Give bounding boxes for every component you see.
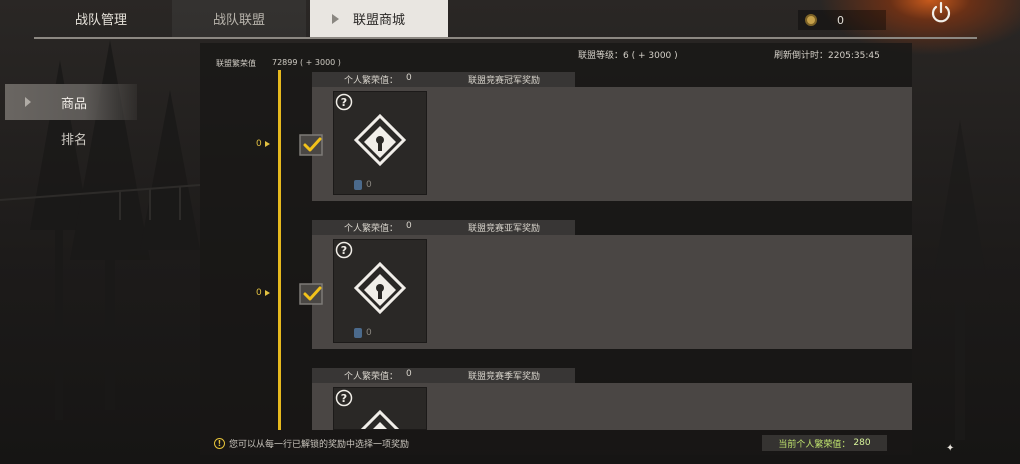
warning-icon: ! (214, 438, 225, 449)
sparkle-icon: ✦ (946, 443, 955, 454)
current-prosperity: 当前个人繁荣值： 280 (762, 435, 887, 451)
side-item-label: 商品 (61, 96, 88, 112)
lock-icon (353, 113, 407, 167)
side-item-ranking[interactable]: 排名 (5, 120, 197, 156)
coin-icon (805, 14, 817, 26)
footer-tip-text: 您可以从每一行已解锁的奖励中选择一项奖励 (229, 440, 410, 450)
reward-card[interactable]: ? 0 (333, 91, 427, 195)
lock-icon (360, 409, 400, 429)
currency-display: 0 (798, 10, 886, 30)
alliance-level: 联盟等级：6 ( + 3000 ) (578, 51, 678, 61)
svg-text:?: ? (341, 392, 347, 405)
item-count: 0 (354, 328, 372, 338)
tab-team-management[interactable]: 战队管理 (34, 0, 168, 37)
tab-arrow-icon (332, 14, 339, 24)
gem-icon (354, 328, 362, 338)
currency-value: 0 (837, 13, 844, 27)
gem-icon (354, 180, 362, 190)
lock-icon (353, 261, 407, 315)
row-header: 个人繁荣值： 0 联盟竞赛亚军奖励 (312, 220, 575, 235)
personal-prosperity-label: 个人繁荣值： (344, 76, 399, 86)
reward-title: 联盟竞赛冠军奖励 (468, 76, 541, 86)
tab-team-alliance[interactable]: 战队联盟 (172, 0, 306, 37)
reward-card[interactable]: ? 0 (333, 239, 427, 343)
svg-text:?: ? (341, 244, 347, 257)
reward-title: 联盟竞赛亚军奖励 (468, 224, 541, 234)
row-number: 0 (256, 288, 270, 298)
svg-text:?: ? (341, 96, 347, 109)
personal-prosperity-value: 0 (406, 369, 412, 379)
checkbox-checked[interactable] (298, 131, 326, 157)
personal-prosperity-label: 个人繁荣值： (344, 372, 399, 382)
tab-divider (34, 37, 977, 39)
arrow-right-icon (264, 141, 270, 147)
personal-prosperity-label: 个人繁荣值： (344, 224, 399, 234)
reward-card[interactable]: ? (333, 387, 427, 430)
checkbox-checked[interactable] (298, 280, 326, 306)
item-count: 0 (354, 180, 372, 190)
help-icon[interactable]: ? (335, 241, 353, 259)
side-item-label: 排名 (61, 132, 88, 148)
current-prosperity-label: 当前个人繁荣值： (778, 439, 851, 450)
alliance-prosperity-label: 联盟繁荣值 (216, 59, 256, 68)
tab-alliance-shop[interactable]: 联盟商城 (310, 0, 448, 37)
reward-title: 联盟竞赛季军奖励 (468, 372, 541, 382)
row-header: 个人繁荣值： 0 联盟竞赛季军奖励 (312, 368, 575, 383)
row-number: 0 (256, 139, 270, 149)
personal-prosperity-value: 0 (406, 73, 412, 83)
arrow-icon (25, 97, 31, 107)
personal-prosperity-value: 0 (406, 221, 412, 231)
help-icon[interactable]: ? (335, 389, 353, 407)
tab-alliance-shop-label: 联盟商城 (352, 13, 405, 28)
side-item-goods[interactable]: 商品 (5, 84, 137, 120)
row-header: 个人繁荣值： 0 联盟竞赛冠军奖励 (312, 72, 575, 87)
power-button[interactable] (928, 0, 954, 26)
arrow-right-icon (264, 290, 270, 296)
refresh-timer: 刷新倒计时：2205:35:45 (774, 51, 880, 61)
current-prosperity-value: 280 (853, 438, 871, 448)
reward-timeline (278, 70, 281, 430)
footer-tip: ! 您可以从每一行已解锁的奖励中选择一项奖励 (214, 437, 409, 450)
side-nav: 商品 排名 (5, 84, 197, 156)
alliance-prosperity-value: 72899 ( + 3000 ) (272, 58, 341, 67)
help-icon[interactable]: ? (335, 93, 353, 111)
